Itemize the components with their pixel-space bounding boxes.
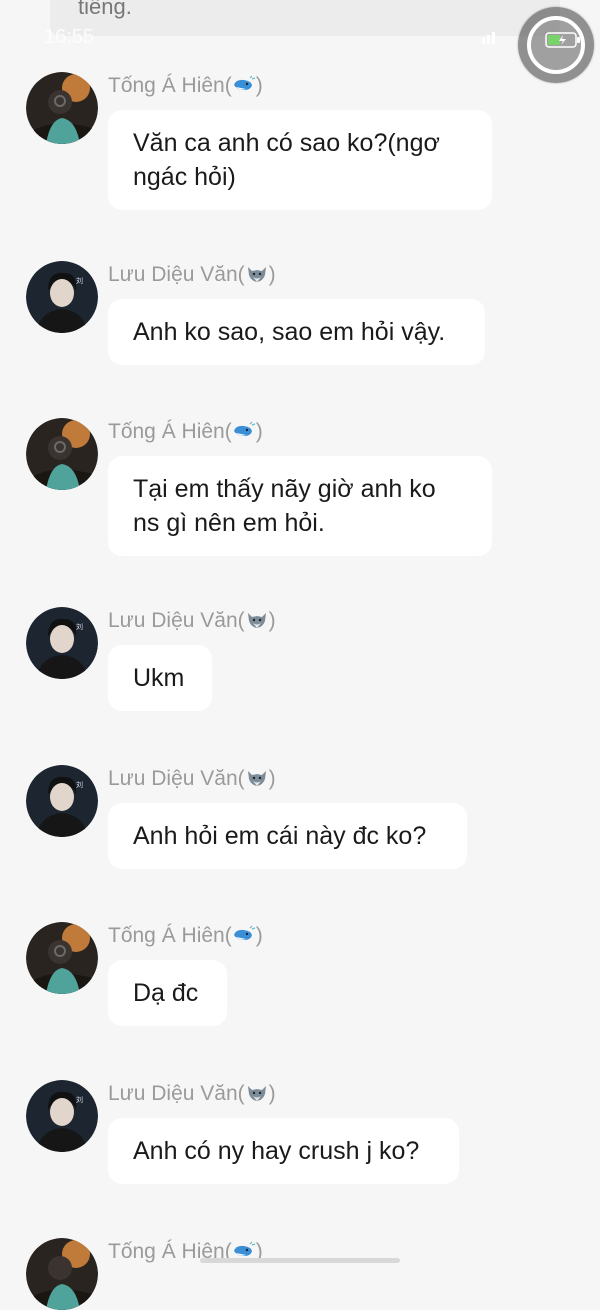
message-row: 刘 Lưu Diệu Văn() Anh hỏi em cái này đc k…	[0, 765, 600, 875]
avatar-luu-dieu-van[interactable]: 刘	[26, 607, 98, 679]
whale-icon	[233, 75, 255, 90]
svg-text:刘: 刘	[76, 1095, 83, 1104]
whale-icon	[233, 421, 255, 436]
message-bubble[interactable]: Anh hỏi em cái này đc ko?	[108, 803, 467, 869]
avatar-tong-a-hien[interactable]	[26, 72, 98, 144]
avatar-luu-dieu-van[interactable]: 刘	[26, 1080, 98, 1152]
wolf-icon	[247, 1086, 266, 1101]
message-row: Tống Á Hiên() Tại em thấy nãy giờ anh ko…	[0, 418, 600, 558]
battery-icon	[545, 32, 580, 48]
status-time: 16:55	[44, 26, 95, 48]
sender-name: Lưu Diệu Văn()	[108, 609, 276, 632]
svg-text:刘: 刘	[76, 622, 83, 631]
avatar-luu-dieu-van[interactable]: 刘	[26, 765, 98, 837]
message-row: Tống Á Hiên() Văn ca anh có sao ko?(ngơ …	[0, 72, 600, 212]
sender-name: Lưu Diệu Văn()	[108, 1082, 276, 1105]
svg-text:刘: 刘	[76, 276, 83, 285]
message-bubble[interactable]: Ukm	[108, 645, 212, 711]
message-bubble[interactable]: Anh có ny hay crush j ko?	[108, 1118, 459, 1184]
message-bubble[interactable]: Dạ đc	[108, 960, 227, 1026]
message-bubble[interactable]: Anh ko sao, sao em hỏi vậy.	[108, 299, 485, 365]
message-row: 刘 Lưu Diệu Văn() Anh có ny hay crush j k…	[0, 1080, 600, 1190]
sender-name: Tống Á Hiên()	[108, 74, 263, 97]
avatar-tong-a-hien[interactable]	[26, 418, 98, 490]
message-bubble[interactable]: Tại em thấy nãy giờ anh ko ns gì nên em …	[108, 456, 492, 556]
sender-name: Tống Á Hiên()	[108, 420, 263, 443]
signal-icon	[482, 32, 495, 44]
home-indicator[interactable]	[200, 1258, 400, 1263]
message-bubble[interactable]: Văn ca anh có sao ko?(ngơ ngác hỏi)	[108, 110, 492, 210]
sender-name: Tống Á Hiên()	[108, 924, 263, 947]
wolf-icon	[247, 267, 266, 282]
avatar-luu-dieu-van[interactable]: 刘	[26, 261, 98, 333]
whale-icon	[233, 925, 255, 940]
sender-name: Lưu Diệu Văn()	[108, 767, 276, 790]
svg-text:刘: 刘	[76, 780, 83, 789]
notification-text: tiếng.	[78, 0, 132, 19]
avatar-tong-a-hien[interactable]	[26, 1238, 98, 1310]
wolf-icon	[247, 771, 266, 786]
message-row: Tống Á Hiên() Dạ đc	[0, 922, 600, 1032]
message-row: 刘 Lưu Diệu Văn() Anh ko sao, sao em hỏi …	[0, 261, 600, 371]
avatar-tong-a-hien[interactable]	[26, 922, 98, 994]
message-row: 刘 Lưu Diệu Văn() Ukm	[0, 607, 600, 717]
sender-name: Lưu Diệu Văn()	[108, 263, 276, 286]
wolf-icon	[247, 613, 266, 628]
